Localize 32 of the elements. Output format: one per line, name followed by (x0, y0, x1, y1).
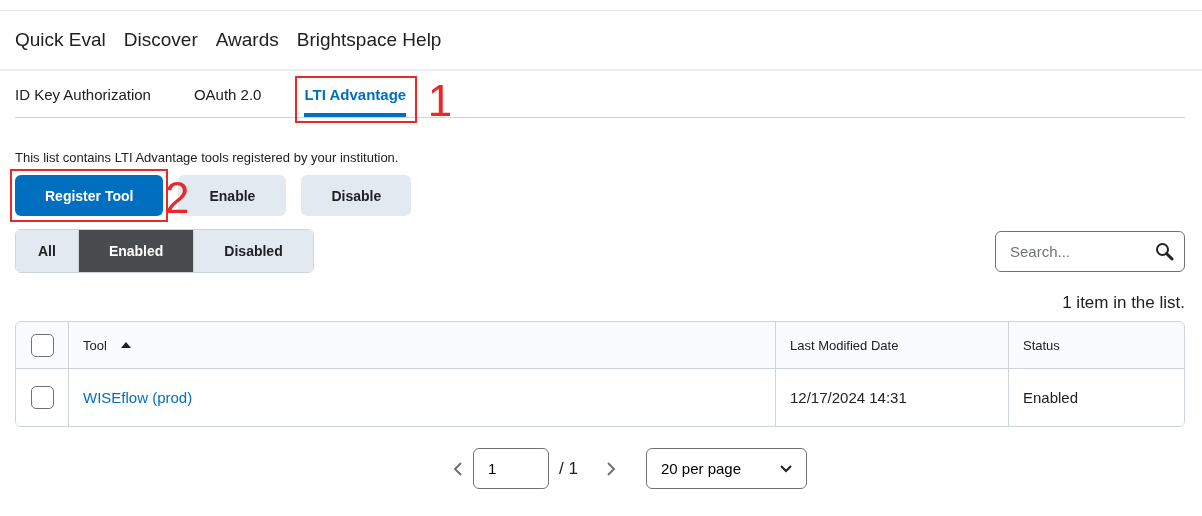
page-total: / 1 (559, 458, 578, 479)
table-cell: Enabled (1023, 389, 1079, 406)
next-icon[interactable] (605, 461, 616, 476)
search-icon[interactable] (1155, 241, 1174, 261)
filter-button[interactable]: Enabled (78, 230, 195, 272)
nav-link[interactable]: Awards (215, 29, 279, 51)
tool-link[interactable]: WISEflow (prod) (83, 389, 193, 406)
checkbox[interactable] (30, 333, 54, 357)
search-field[interactable]: Search... (995, 230, 1185, 272)
tab[interactable]: ID Key Authorization (15, 71, 151, 117)
table-cell: 12/17/2024 14:31 (790, 389, 907, 406)
step-number: 1 (427, 79, 453, 123)
column-header: Status (1023, 337, 1060, 353)
action-button[interactable]: Disable (301, 175, 412, 216)
nav-link[interactable]: Brightspace Help (296, 29, 442, 51)
item-count: 1 item in the list. (1061, 293, 1185, 313)
filter-button[interactable]: Disabled (194, 230, 313, 272)
previous-icon[interactable] (453, 461, 464, 476)
column-header[interactable]: Tool (83, 337, 107, 353)
filter-button[interactable]: All (16, 230, 79, 272)
tab[interactable]: LTI Advantage (304, 71, 407, 117)
register-button[interactable]: Register Tool (15, 175, 164, 216)
nav-link[interactable]: Discover (123, 29, 198, 51)
nav-link[interactable]: Quick Eval (15, 29, 106, 51)
column-header: Last Modified Date (790, 337, 899, 353)
page-field[interactable]: 1 (473, 448, 550, 489)
chevron-down-icon (779, 464, 792, 473)
description: This list contains LTI Advantage tools registered by your institution. (15, 150, 400, 165)
tab[interactable]: OAuth 2.0 (193, 71, 262, 117)
per-page-select[interactable]: 20 per page (645, 448, 807, 489)
sort-ascending-icon[interactable] (120, 342, 131, 348)
checkbox[interactable] (30, 386, 54, 409)
